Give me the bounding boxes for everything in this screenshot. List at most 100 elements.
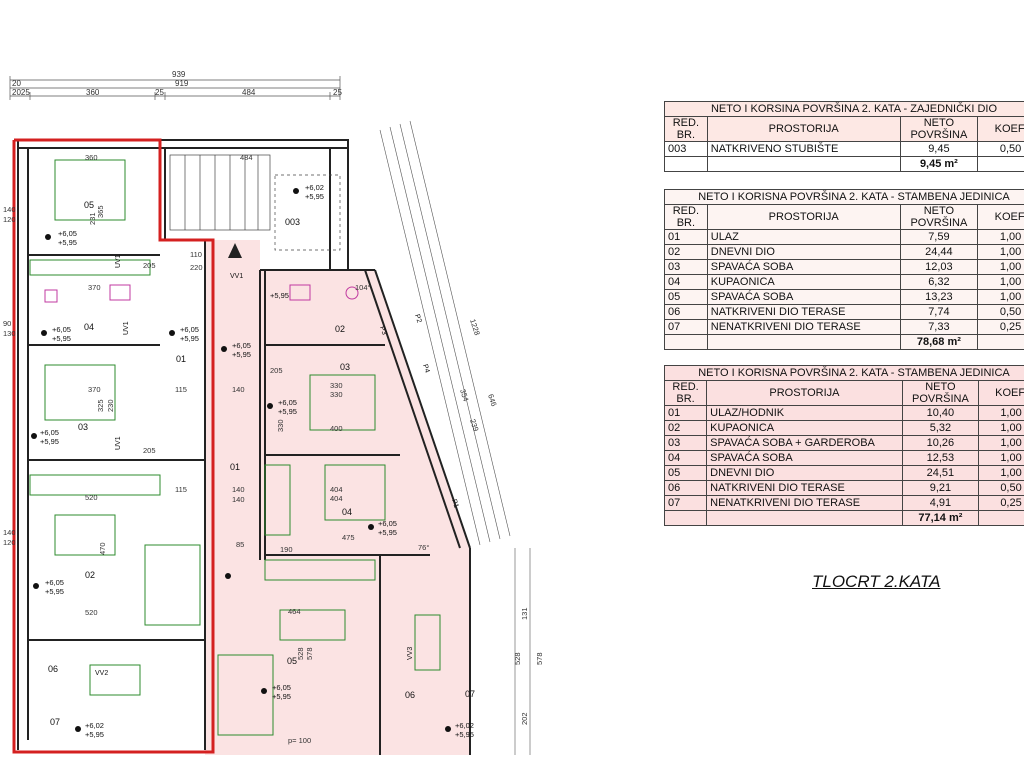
table1-row-no: 003 — [665, 142, 708, 157]
t3-r0-no: 01 — [665, 406, 707, 421]
level-003-a: +6,02 — [305, 183, 324, 192]
dim-110: 110 — [190, 250, 202, 259]
level-003-b: +5,95 — [305, 192, 324, 201]
table-row: 06NATKRIVENI DIO TERASE7,740,50 — [665, 305, 1024, 320]
level-02-right: +5,95 — [270, 291, 289, 300]
unit-left-outline — [14, 140, 213, 752]
dim-520a: 520 — [85, 493, 98, 502]
t3-r6-name: NENATKRIVENI DIO TERASE — [707, 496, 903, 511]
dim-646: 646 — [486, 393, 498, 408]
table3-total: 77,14 m² — [902, 511, 978, 526]
dim-919: 919 — [175, 79, 189, 88]
room-07-right: 07 — [465, 689, 475, 699]
t2-r3-area: 6,32 — [900, 275, 977, 290]
table-row: 04KUPAONICA6,321,00 — [665, 275, 1024, 290]
t3-r3-no: 04 — [665, 451, 707, 466]
t2-r1-koef: 1,00 — [978, 245, 1024, 260]
dim-470: 470 — [98, 542, 107, 555]
t3-r1-koef: 1,00 — [979, 421, 1024, 436]
label-vv3: VV3 — [407, 647, 414, 660]
t3-r5-no: 06 — [665, 481, 707, 496]
room-06-left: 06 — [48, 664, 58, 674]
table3-total-spacer-c — [979, 511, 1024, 526]
t2-r6-koef: 0,25 — [978, 320, 1024, 335]
table-row: 03SPAVAĆA SOBA12,031,00 — [665, 260, 1024, 275]
t3-r5-koef: 0,50 — [979, 481, 1024, 496]
t2-r4-koef: 1,00 — [978, 290, 1024, 305]
label-vv2: VV2 — [95, 670, 108, 677]
t3-r0-koef: 1,00 — [979, 406, 1024, 421]
table3-hdr-povrsina-text: POVRŠINA — [912, 393, 969, 405]
room-01-left: 01 — [176, 354, 186, 364]
t2-r0-no: 01 — [665, 230, 708, 245]
table2-hdr-neto-text: NETO — [924, 205, 954, 217]
dim-104: 104° — [355, 283, 371, 292]
t2-r6-no: 07 — [665, 320, 708, 335]
t3-r6-koef: 0,25 — [979, 496, 1024, 511]
table3-hdr-koef: KOEF. — [979, 381, 1024, 406]
table1-hdr-neto-text: NETO — [924, 117, 954, 129]
dim-475: 475 — [342, 533, 355, 542]
room-02-right: 02 — [335, 324, 345, 334]
dim-25b: 25 — [333, 88, 342, 97]
t3-r1-no: 02 — [665, 421, 707, 436]
level-03-right-a: +6,05 — [278, 398, 297, 407]
t3-r5-name: NATKRIVENI DIO TERASE — [707, 481, 903, 496]
t2-r2-area: 12,03 — [900, 260, 977, 275]
level-07-left-a: +6,02 — [85, 721, 104, 730]
level-03-right-b: +5,95 — [278, 407, 297, 416]
t2-r2-koef: 1,00 — [978, 260, 1024, 275]
t2-r2-name: SPAVAĆA SOBA — [707, 260, 900, 275]
label-uv1-b: UV1 — [123, 321, 130, 335]
t3-r0-area: 10,40 — [902, 406, 978, 421]
table1-hdr-red: RED.BR. — [665, 117, 708, 142]
table3-hdr-red: RED.BR. — [665, 381, 707, 406]
t2-r4-name: SPAVAĆA SOBA — [707, 290, 900, 305]
dim-205c: 205 — [270, 366, 283, 375]
label-vv1: VV1 — [230, 273, 243, 280]
table3-hdr-prostorija: PROSTORIJA — [707, 381, 903, 406]
dim-528: 528 — [296, 647, 305, 660]
level-03-left-b: +5,95 — [40, 437, 59, 446]
t3-r4-area: 24,51 — [902, 466, 978, 481]
dim-370a: 370 — [88, 283, 101, 292]
room-03-left: 03 — [78, 422, 88, 432]
dim-230: 230 — [106, 399, 115, 412]
table1-hdr-koef: KOEF. — [978, 117, 1024, 142]
table3-hdr-br-text: BR. — [676, 393, 694, 405]
level-04-left-a: +6,05 — [52, 325, 71, 334]
stairwell — [170, 155, 340, 250]
t2-r2-no: 03 — [665, 260, 708, 275]
dim-202: 202 — [520, 712, 529, 725]
top-dim-text: 939 919 20 2025 360 25 484 25 — [12, 70, 342, 97]
table-row: 01ULAZ/HODNIK10,401,00 — [665, 406, 1024, 421]
table-row: 06NATKRIVENI DIO TERASE9,210,50 — [665, 481, 1024, 496]
t3-r1-name: KUPAONICA — [707, 421, 903, 436]
level-05-right-b: +5,95 — [272, 692, 291, 701]
t2-r3-koef: 1,00 — [978, 275, 1024, 290]
table3-hdr-neto: NETOPOVRŠINA — [902, 381, 978, 406]
area-table-unit-1: NETO I KORISNA POVRŠINA 2. KATA - STAMBE… — [664, 189, 1024, 350]
t3-r0-name: ULAZ/HODNIK — [707, 406, 903, 421]
table1-total: 9,45 m² — [900, 157, 977, 172]
room-04-right: 04 — [342, 507, 352, 517]
level-01-right-b: +5,95 — [232, 350, 251, 359]
dim-520b: 520 — [85, 608, 98, 617]
t2-r4-area: 13,23 — [900, 290, 977, 305]
level-07-left-b: +5,95 — [85, 730, 104, 739]
table1-hdr-red-text: RED. — [673, 117, 699, 129]
table1-hdr-povrsina-text: POVRŠINA — [910, 129, 967, 141]
level-05-left-a: +6,05 — [58, 229, 77, 238]
table2-hdr-br-text: BR. — [677, 217, 695, 229]
t3-r5-area: 9,21 — [902, 481, 978, 496]
dim-p100: p= 100 — [288, 736, 311, 745]
dim-140-side: 140 — [3, 205, 16, 214]
dim-76: 76° — [418, 543, 429, 552]
area-table-common: NETO I KORSINA POVRŠINA 2. KATA - ZAJEDN… — [664, 101, 1024, 172]
dim-400: 400 — [330, 424, 343, 433]
t2-r1-no: 02 — [665, 245, 708, 260]
table-row: 07NENATKRIVENI DIO TERASE7,330,25 — [665, 320, 1024, 335]
dim-120-side-b: 120 — [3, 538, 16, 547]
dim-330a: 330 — [330, 381, 343, 390]
dim-578: 578 — [305, 647, 314, 660]
